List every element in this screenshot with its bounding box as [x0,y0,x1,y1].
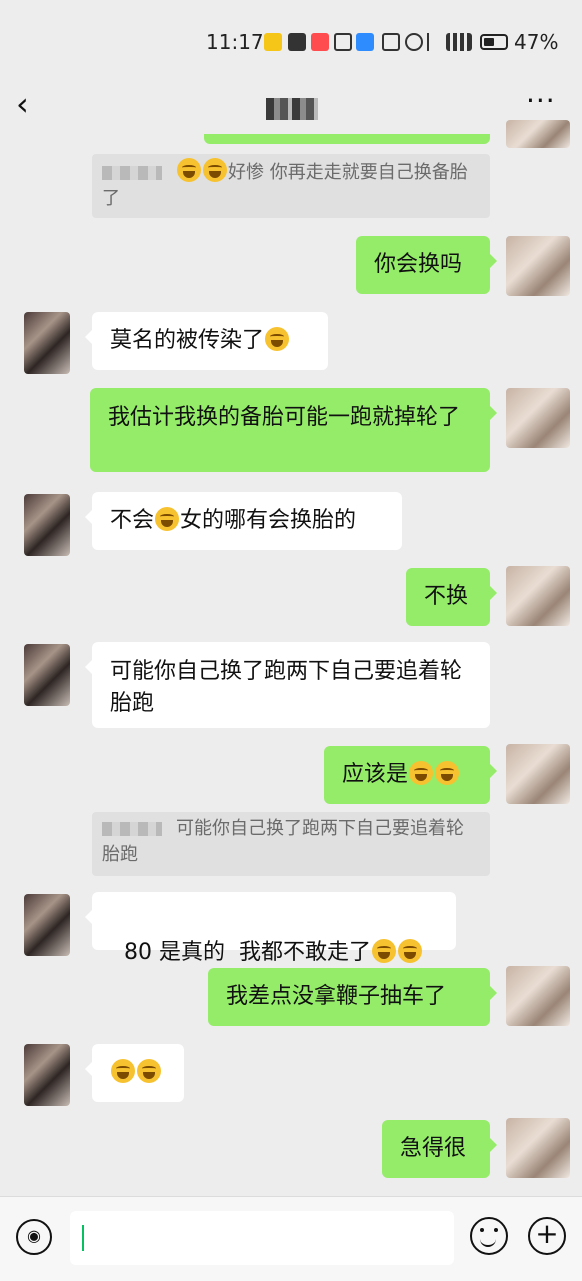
message-input[interactable] [70,1211,454,1265]
my-avatar[interactable] [506,388,570,448]
my-avatar[interactable] [506,966,570,1026]
message-text: 我差点没拿鞭子抽车了 [226,984,447,1009]
status-bar: 11:17 47% [0,0,582,80]
message-text: 可能你自己换了跑两下自己要追着轮胎跑 [110,659,463,716]
quoted-sender-blurred [102,166,162,180]
tears-of-joy-emoji-icon [397,939,422,963]
chat-header: ‹ ··· [0,80,582,140]
tears-of-joy-emoji-icon [435,761,460,785]
my-avatar[interactable] [506,566,570,626]
message-text: 应该是 [342,762,409,787]
my-avatar[interactable] [506,236,570,296]
message-bubble-out[interactable]: 你会换吗 [356,236,497,294]
search-app-icon [356,33,374,51]
grinning-emoji-icon [137,1059,161,1083]
my-avatar[interactable] [506,120,570,148]
back-icon[interactable]: ‹ [16,86,29,122]
message-bubble-out[interactable]: 应该是 [324,746,497,804]
message-text: 我估计我换的备胎可能一跑就掉轮了 [108,405,461,430]
my-avatar[interactable] [506,1118,570,1178]
contact-name-blurred [266,98,318,120]
quoted-message[interactable]: 可能你自己换了跑两下自己要追着轮胎跑 [92,812,490,876]
previous-message-bubble[interactable] [204,134,490,144]
battery-icon [480,34,508,50]
message-bubble-in[interactable]: 不会 女的哪有会换胎的 [85,492,402,550]
message-text: 不换 [424,584,469,609]
more-icon[interactable]: ··· [526,84,556,117]
my-avatar[interactable] [506,744,570,804]
tears-of-joy-emoji-icon [409,761,434,785]
tears-of-joy-emoji-icon [177,158,201,182]
quoted-sender-blurred [102,822,162,836]
quoted-message[interactable]: 好惨 你再走走就要自己换备胎了 [92,154,490,218]
message-text: 急得很 [400,1136,467,1161]
message-text: 你会换吗 [374,252,463,277]
app-notification-icon [288,33,306,51]
message-bubble-in[interactable]: 可能你自己换了跑两下自己要追着轮胎跑 [85,642,490,728]
contact-avatar[interactable] [24,894,70,956]
input-bar: ◉ + [0,1196,582,1281]
voice-icon[interactable]: ◉ [16,1219,52,1255]
battery-percent: 47% [514,30,559,54]
message-text: 莫名的被传染了 [110,328,265,353]
alarm-icon [405,33,423,51]
message-bubble-in[interactable]: 莫名的被传染了 [85,312,328,370]
message-bubble-in[interactable]: 80 是真的 我都不敢走了 [85,892,456,965]
contact-avatar[interactable] [24,644,70,706]
tears-of-joy-emoji-icon [371,939,396,963]
tears-of-joy-emoji-icon [155,507,180,531]
bluetooth-icon [427,33,439,51]
tears-of-joy-emoji-icon [203,158,227,182]
contact-avatar[interactable] [24,494,70,556]
status-time: 11:17 [206,30,264,54]
signal-icon [446,33,472,51]
message-bubble-out[interactable]: 我差点没拿鞭子抽车了 [208,968,497,1026]
message-bubble-out[interactable]: 不换 [406,568,497,626]
message-text: 80 是真的 我都不敢走了 [124,940,371,965]
plus-icon[interactable]: + [528,1217,566,1255]
tears-of-joy-emoji-icon [265,327,290,351]
message-text: 女的哪有会换胎的 [180,508,357,533]
nfc-icon [382,33,400,51]
message-bubble-out[interactable]: 急得很 [382,1120,497,1178]
app-notification-icon [264,33,282,51]
text-cursor [82,1225,84,1251]
contact-avatar[interactable] [24,312,70,374]
message-bubble-in[interactable] [85,1044,184,1102]
contact-avatar[interactable] [24,1044,70,1106]
grinning-emoji-icon [111,1059,135,1083]
message-bubble-out[interactable]: 我估计我换的备胎可能一跑就掉轮了 [90,388,497,472]
app-notification-icon [311,33,329,51]
translate-icon [334,33,352,51]
emoji-icon[interactable] [470,1217,508,1255]
message-text: 不会 [110,508,155,533]
